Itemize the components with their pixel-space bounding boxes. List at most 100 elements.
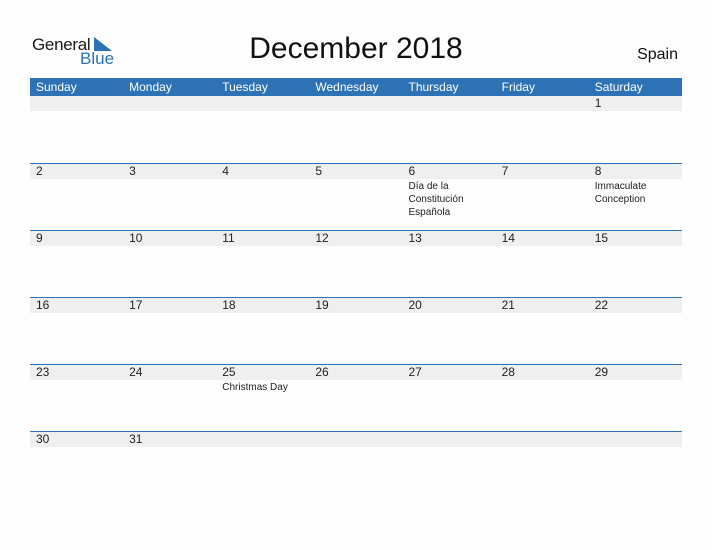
week-row: 30 31 (30, 431, 682, 498)
day-cell: 14 (496, 231, 589, 246)
day-number (222, 96, 309, 111)
day-number: 5 (315, 164, 323, 178)
day-cell: 28 (496, 365, 589, 394)
day-cell (309, 432, 402, 447)
day-cell: 6 Día de la Constitución Española (403, 164, 496, 219)
holiday-label: Immaculate Conception (594, 181, 647, 205)
day-cell (216, 432, 309, 447)
day-number (36, 96, 123, 111)
day-number: 12 (315, 231, 329, 245)
day-number: 9 (36, 231, 43, 245)
week-row: 2 3 4 5 6 Día de la Constitución Española 7 8 Im… (30, 163, 682, 230)
day-number: 17 (129, 298, 143, 312)
day-number: 28 (501, 365, 515, 379)
holiday-label: Christmas Day (222, 382, 288, 393)
day-cell: 23 (30, 365, 123, 394)
day-cell: 9 (30, 231, 123, 246)
day-number (315, 96, 402, 111)
weekday-header: Sunday Monday Tuesday Wednesday Thursday Frid… (30, 78, 682, 96)
day-number: 1 (594, 96, 602, 110)
day-cell: 26 (309, 365, 402, 394)
day-cell (309, 96, 402, 111)
day-cell: 19 (309, 298, 402, 313)
day-number: 31 (129, 432, 143, 446)
day-cell: 30 (30, 432, 123, 447)
day-cell: 31 (123, 432, 216, 447)
day-number: 20 (408, 298, 422, 312)
day-cell: 12 (309, 231, 402, 246)
country-label: Spain (637, 46, 678, 63)
day-number: 6 (408, 164, 416, 178)
calendar-grid: Sunday Monday Tuesday Wednesday Thursday Frid… (30, 78, 682, 498)
day-cell: 13 (403, 231, 496, 246)
day-number: 18 (222, 298, 236, 312)
day-number: 30 (36, 432, 50, 446)
day-number: 10 (129, 231, 143, 245)
day-number (595, 432, 682, 447)
day-number: 16 (36, 298, 50, 312)
day-number: 25 (222, 365, 236, 379)
day-cell: 16 (30, 298, 123, 313)
day-number: 21 (501, 298, 515, 312)
day-cell (496, 432, 589, 447)
day-number (409, 432, 496, 447)
day-number: 26 (315, 365, 329, 379)
day-cell: 10 (123, 231, 216, 246)
day-number (315, 432, 402, 447)
day-number: 8 (594, 164, 602, 178)
day-number: 24 (129, 365, 143, 379)
day-cell: 21 (496, 298, 589, 313)
day-number: 13 (408, 231, 422, 245)
day-number: 11 (222, 231, 235, 245)
weekday-monday: Monday (129, 80, 172, 94)
day-cell: 17 (123, 298, 216, 313)
day-cell: 11 (216, 231, 309, 246)
day-cell: 15 (589, 231, 682, 246)
weekday-thursday: Thursday (408, 80, 459, 94)
day-number: 27 (408, 365, 422, 379)
day-number: 7 (501, 164, 509, 178)
day-cell (403, 96, 496, 111)
day-number (409, 96, 496, 111)
day-cell: 25 Christmas Day (216, 365, 309, 394)
day-number: 23 (36, 365, 50, 379)
day-cell (496, 96, 589, 111)
day-cell: 5 (309, 164, 402, 219)
weekday-saturday: Saturday (594, 80, 643, 94)
day-cell: 3 (123, 164, 216, 219)
weekday-friday: Friday (501, 80, 535, 94)
day-number: 15 (594, 231, 609, 245)
day-cell: 20 (403, 298, 496, 313)
day-cell: 27 (403, 365, 496, 394)
day-cell (216, 96, 309, 111)
day-number: 4 (222, 164, 229, 178)
day-cell: 24 (123, 365, 216, 394)
day-cell (123, 96, 216, 111)
day-cell (30, 96, 123, 111)
day-number (129, 96, 216, 111)
day-cell: 18 (216, 298, 309, 313)
day-number (222, 432, 309, 447)
day-number: 3 (129, 164, 136, 178)
day-number: 22 (594, 298, 609, 312)
weekday-wednesday: Wednesday (315, 80, 379, 94)
week-row: 9 10 11 12 13 14 15 (30, 230, 682, 297)
day-number (502, 432, 589, 447)
week-row: 16 17 18 19 20 21 22 (30, 297, 682, 364)
page-title: December 2018 (249, 32, 463, 65)
day-cell: 22 (589, 298, 682, 313)
day-cell: 7 (496, 164, 589, 219)
week-row: 23 24 25 Christmas Day 26 27 28 29 (30, 364, 682, 431)
week-row: 1 (30, 96, 682, 163)
day-cell: 1 (589, 96, 682, 111)
day-cell: 29 (589, 365, 682, 394)
day-number: 19 (315, 298, 329, 312)
day-cell: 8 Immaculate Conception (589, 164, 682, 219)
holiday-label: Día de la Constitución Española (408, 181, 464, 218)
day-number: 14 (501, 231, 515, 245)
weekday-sunday: Sunday (36, 80, 77, 94)
day-cell (589, 432, 682, 447)
day-cell (403, 432, 496, 447)
day-cell: 2 (30, 164, 123, 219)
day-cell: 4 (216, 164, 309, 219)
